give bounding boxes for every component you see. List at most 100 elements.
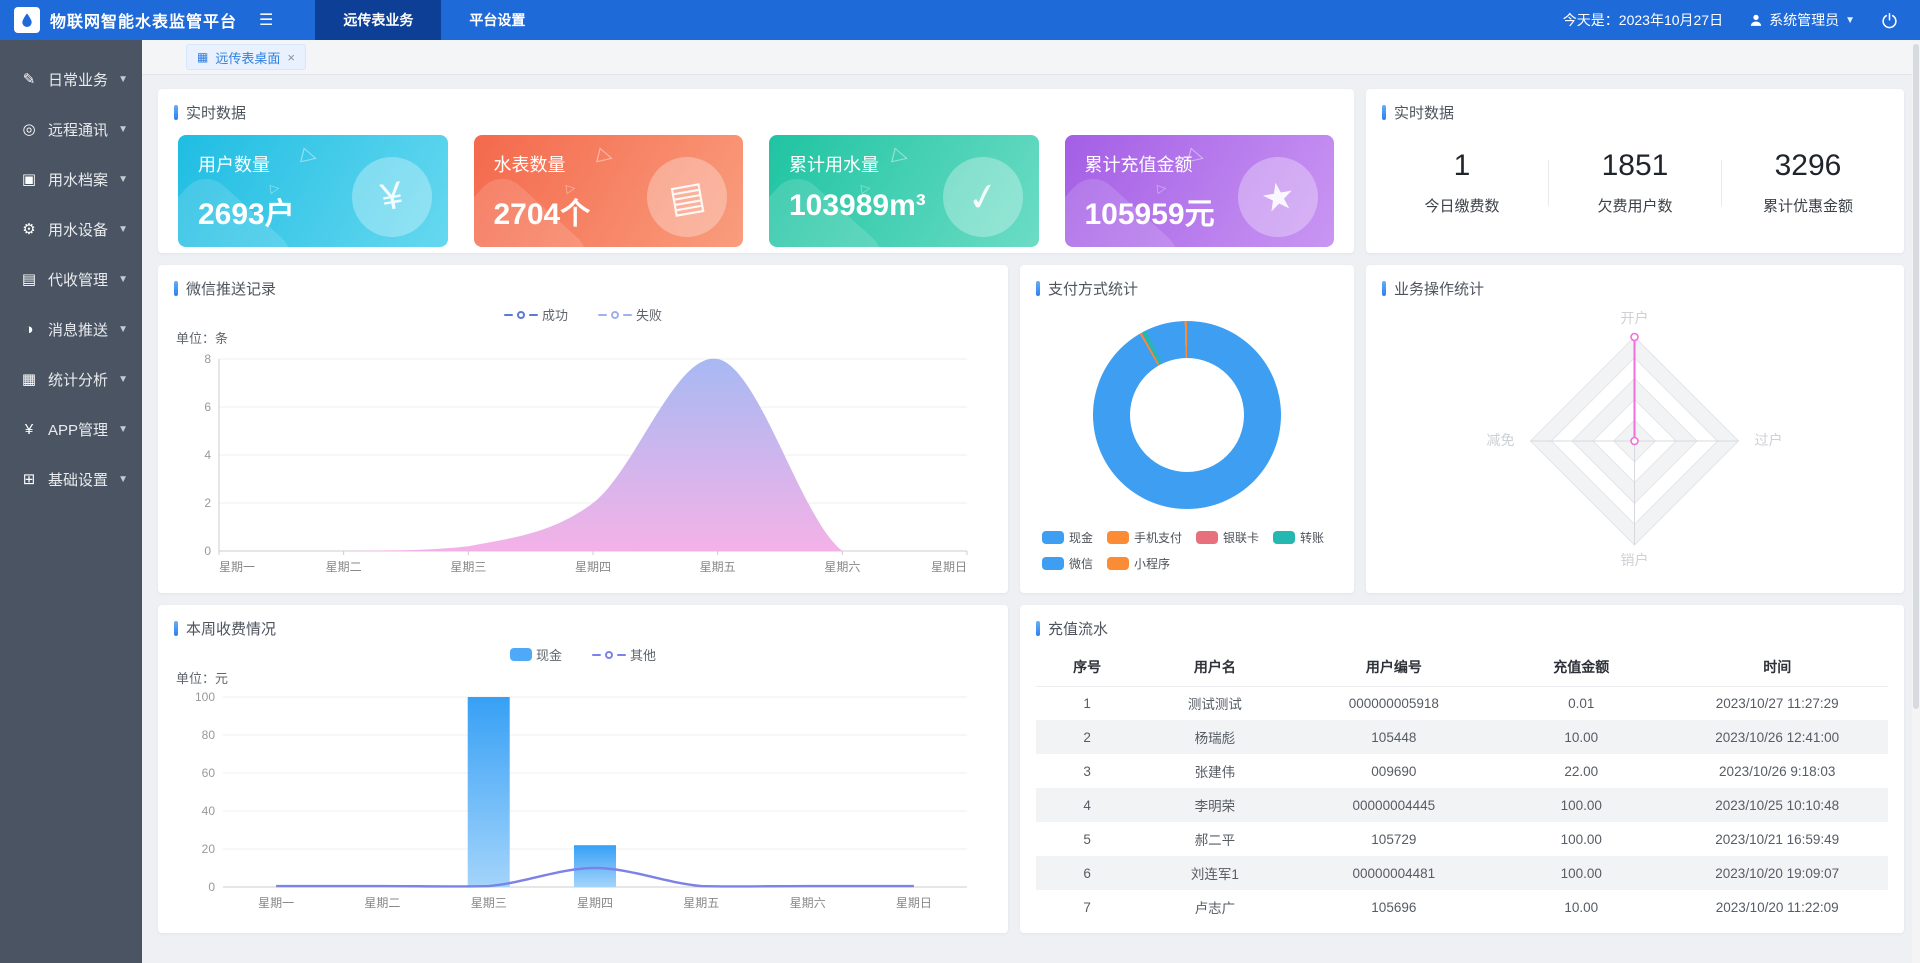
chevron-down-icon: ▼ (118, 474, 128, 485)
grid-icon: ⊞ (20, 470, 38, 488)
user-name: 系统管理员 (1769, 10, 1839, 30)
section-bar-icon (1382, 281, 1386, 296)
unit-label: 单位：元 (176, 668, 1008, 687)
sidebar-item-label: 消息推送 (48, 319, 108, 340)
top-menu-item[interactable]: 平台设置 (441, 0, 553, 40)
top-menu-item[interactable]: 远传表业务 (315, 0, 441, 40)
table-cell: 10.00 (1496, 720, 1666, 754)
section-bar-icon (174, 281, 178, 296)
table-cell: 2023/10/26 12:41:00 (1666, 720, 1888, 754)
panel-recharge-flow: 充值流水 序号用户名用户编号充值金额时间1测试测试0000000059180.0… (1020, 605, 1904, 933)
user-dropdown[interactable]: 系统管理员 ▼ (1749, 10, 1855, 30)
sidebar-item[interactable]: ▣用水档案▼ (0, 154, 142, 204)
legend-item[interactable]: 转账 (1273, 529, 1324, 546)
sidebar-item[interactable]: ⚙用水设备▼ (0, 204, 142, 254)
sidebar-item-label: 用水档案 (48, 169, 108, 190)
collapse-menu-icon[interactable]: ☰ (259, 10, 273, 30)
archive-icon: ▣ (20, 170, 38, 188)
table-cell: 2023/10/20 19:09:07 (1666, 856, 1888, 890)
legend-item[interactable]: 现金 (510, 645, 562, 664)
legend-swatch-icon (1107, 557, 1129, 570)
table-cell: 105729 (1292, 822, 1496, 856)
legend-item[interactable]: 微信 (1042, 555, 1093, 572)
area-chart: 02468星期一星期二星期三星期四星期五星期六星期日 (158, 347, 1008, 579)
svg-text:星期五: 星期五 (700, 560, 736, 574)
table-cell: 100.00 (1496, 856, 1666, 890)
svg-text:销户: 销户 (1621, 552, 1649, 568)
table-cell: 22.00 (1496, 754, 1666, 788)
svg-text:星期一: 星期一 (219, 560, 255, 574)
legend-line-icon (529, 314, 538, 316)
sidebar-item-label: 日常业务 (48, 69, 108, 90)
top-menu: 远传表业务平台设置 (315, 0, 553, 40)
today-date: 今天是：2023年10月27日 (1563, 10, 1723, 30)
legend-item[interactable]: 成功 (504, 305, 568, 324)
app-logo (14, 7, 40, 33)
svg-text:减免: 减免 (1487, 432, 1515, 448)
section-title: 实时数据 (1366, 89, 1904, 123)
chart-legend: 成功 失败 (158, 305, 1008, 324)
sidebar-item[interactable]: ▦统计分析▼ (0, 354, 142, 404)
table-cell: 100.00 (1496, 822, 1666, 856)
shield-yen-icon: ¥ (20, 421, 38, 438)
legend-item[interactable]: 失败 (598, 305, 662, 324)
chevron-down-icon: ▼ (1845, 15, 1855, 26)
sidebar-item[interactable]: ▤代收管理▼ (0, 254, 142, 304)
table-row: 6刘连军100000004481100.002023/10/20 19:09:0… (1036, 856, 1888, 890)
legend-label: 现金 (1069, 529, 1093, 546)
legend-label: 失败 (636, 305, 662, 324)
panel-realtime-cards: 实时数据 ▷▷用户数量2693户¥▷▷水表数量2704个▤▷▷累计用水量1039… (158, 89, 1354, 253)
stat-card: ▷▷用户数量2693户¥ (178, 135, 448, 247)
sidebar-item[interactable]: ¥APP管理▼ (0, 404, 142, 454)
legend-item[interactable]: 现金 (1042, 529, 1093, 546)
legend-line-icon (504, 314, 513, 316)
svg-text:100: 100 (195, 690, 215, 704)
section-bar-icon (1382, 105, 1386, 120)
document-icon: ▤ (20, 270, 38, 288)
sidebar-item-label: 用水设备 (48, 219, 108, 240)
sidebar-item[interactable]: ⊞基础设置▼ (0, 454, 142, 504)
sidebar-item[interactable]: ◑消息推送▼ (0, 304, 142, 354)
svg-text:2: 2 (204, 496, 211, 510)
table-row: 4李明荣00000004445100.002023/10/25 10:10:48 (1036, 788, 1888, 822)
card-label: 用户数量 (198, 151, 428, 177)
legend-item[interactable]: 手机支付 (1107, 529, 1182, 546)
sidebar-item-label: 远程通讯 (48, 119, 108, 140)
table-cell: 105696 (1292, 890, 1496, 924)
legend-item[interactable]: 银联卡 (1196, 529, 1259, 546)
column-header: 时间 (1666, 649, 1888, 686)
chevron-down-icon: ▼ (118, 74, 128, 85)
card-value: 105959元 (1085, 189, 1315, 233)
donut-chart (1093, 321, 1281, 509)
calendar-icon: ▦ (20, 370, 38, 388)
table-cell: 2023/10/26 9:18:03 (1666, 754, 1888, 788)
legend-item[interactable]: 其他 (592, 645, 656, 664)
stat-card: ▷▷累计用水量103989m³✓ (769, 135, 1039, 247)
svg-text:80: 80 (202, 728, 216, 742)
table-cell: 105448 (1292, 720, 1496, 754)
legend-item[interactable]: 小程序 (1107, 555, 1170, 572)
sidebar-item[interactable]: ◎远程通讯▼ (0, 104, 142, 154)
donut-hole (1130, 358, 1244, 472)
svg-text:星期日: 星期日 (896, 896, 932, 910)
close-icon[interactable]: × (287, 50, 295, 65)
stat-value: 1 (1376, 149, 1548, 183)
scrollbar[interactable] (1912, 40, 1920, 963)
table-cell: 7 (1036, 890, 1138, 924)
table-cell: 卢志广 (1138, 890, 1291, 924)
section-title: 业务操作统计 (1366, 265, 1904, 299)
chart-legend: 现金 其他 (158, 645, 1008, 664)
gear-icon: ⚙ (20, 220, 38, 238)
table-cell: 郝二平 (1138, 822, 1291, 856)
bar-chart: 020406080100星期一星期二星期三星期四星期五星期六星期日 (158, 687, 1008, 915)
scrollbar-thumb[interactable] (1913, 44, 1919, 709)
sidebar-item[interactable]: ✎日常业务▼ (0, 54, 142, 104)
tab-remote-meter-desktop[interactable]: ▦ 远传表桌面 × (186, 44, 306, 70)
sidebar: ✎日常业务▼◎远程通讯▼▣用水档案▼⚙用水设备▼▤代收管理▼◑消息推送▼▦统计分… (0, 40, 142, 963)
svg-text:开户: 开户 (1621, 310, 1649, 326)
logout-power-button[interactable] (1881, 12, 1898, 29)
svg-text:6: 6 (204, 400, 211, 414)
table-cell: 2023/10/21 16:59:49 (1666, 822, 1888, 856)
svg-text:星期日: 星期日 (931, 560, 967, 574)
svg-text:星期三: 星期三 (471, 896, 507, 910)
